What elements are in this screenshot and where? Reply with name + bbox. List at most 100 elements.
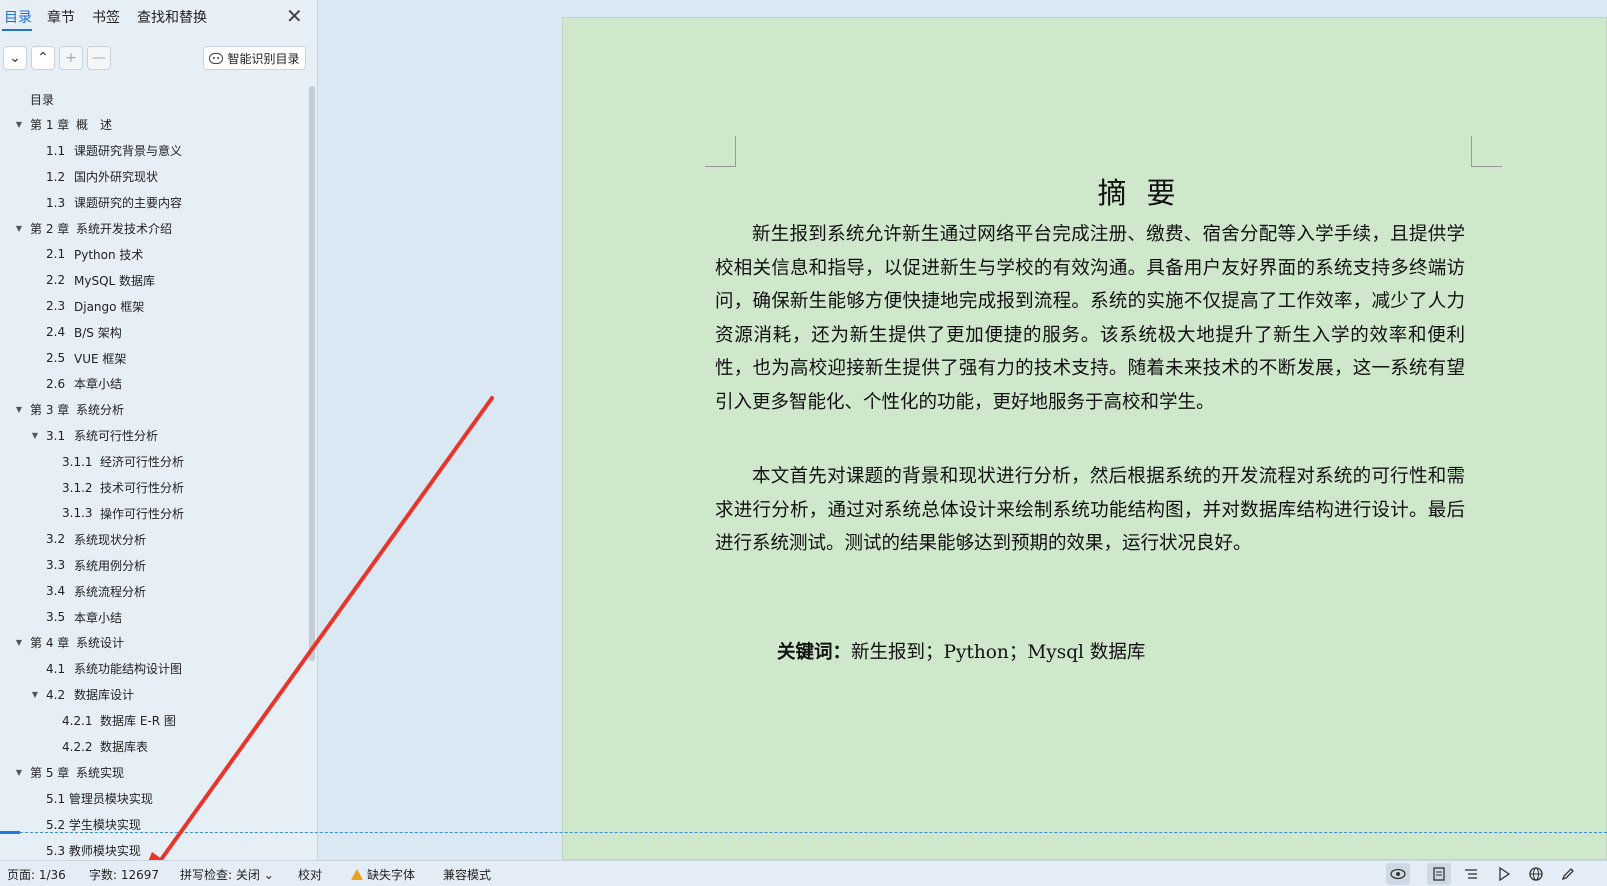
toc-item-label: 系统流程分析	[74, 584, 147, 599]
toc-item[interactable]: 3.1.2 技术可行性分析	[0, 475, 306, 501]
toc-item-number: 2.3	[46, 299, 66, 314]
toc-item-label: 系统可行性分析	[74, 429, 159, 444]
toc-item-label: MySQL 数据库	[74, 273, 156, 288]
toc-item[interactable]: 3.5 本章小结	[0, 604, 306, 630]
document-page: 摘要 新生报到系统允许新生通过网络平台完成注册、缴费、宿舍分配等入学手续，且提供…	[562, 17, 1607, 860]
toc-item[interactable]: 1.3 课题研究的主要内容	[0, 190, 306, 216]
toc-item-number: 3.5	[46, 610, 66, 624]
toc-item-label: 本章小结	[74, 377, 123, 392]
toc-item-label: 国内外研究现状	[74, 170, 159, 185]
status-bar: 页面: 1/36 字数: 12697 拼写检查: 关闭 ⌄ 校对 缺失字体 兼容…	[0, 860, 1607, 886]
abstract-paragraph-1[interactable]: 新生报到系统允许新生通过网络平台完成注册、缴费、宿舍分配等入学手续，且提供学校相…	[715, 218, 1465, 419]
toc-item[interactable]: 2.2 MySQL 数据库	[0, 267, 306, 293]
spell-check-toggle[interactable]: 拼写检查: 关闭 ⌄	[180, 866, 274, 883]
toc-item-number: 3.2	[46, 532, 66, 547]
toc-item[interactable]: 5.2 学生模块实现	[0, 811, 306, 837]
close-icon[interactable]: ✕	[286, 4, 303, 28]
keywords-label: 关键词：	[777, 642, 852, 663]
expand-arrow-icon[interactable]: ▼	[30, 431, 40, 440]
word-count[interactable]: 字数: 12697	[89, 866, 159, 883]
pen-icon[interactable]	[1556, 863, 1580, 885]
missing-font-button[interactable]: 缺失字体	[351, 866, 415, 883]
toc-item[interactable]: ▼ 第 1 章概 述	[0, 112, 306, 138]
toc-item[interactable]: 4.1 系统功能结构设计图	[0, 656, 306, 682]
toc-item[interactable]: 2.1 Python 技术	[0, 241, 306, 267]
toc-item-label: 经济可行性分析	[100, 455, 185, 470]
smart-recognize-label: 智能识别目录	[227, 51, 300, 66]
abstract-title[interactable]: 摘要	[563, 170, 1607, 212]
expand-arrow-icon[interactable]: ▼	[14, 224, 24, 233]
toc-item-number: 1.2	[46, 169, 66, 184]
toc-item-label: 系统设计	[76, 636, 125, 651]
toc-item-number: 2.5	[46, 351, 66, 365]
page-view-icon[interactable]	[1427, 863, 1451, 885]
toc-item-number: 第 4 章	[30, 636, 70, 651]
toc-item-label: 数据库 E-R 图	[100, 714, 176, 729]
toc-item[interactable]: ▼ 第 3 章系统分析	[0, 397, 306, 423]
toc-item[interactable]: ▼ 第 5 章系统实现	[0, 759, 306, 785]
collapse-all-button[interactable]: ⌃	[31, 46, 55, 70]
expand-arrow-icon[interactable]: ▼	[30, 690, 40, 699]
remove-toc-item-button[interactable]: —	[87, 46, 111, 70]
globe-icon[interactable]	[1524, 863, 1548, 885]
add-toc-item-button[interactable]: +	[59, 46, 83, 70]
toc-item-label: Django 框架	[74, 299, 145, 314]
tab-find-replace[interactable]: 查找和替换	[137, 7, 207, 27]
nav-tabs: 目录 章节 书签 查找和替换 ✕	[0, 0, 318, 34]
chevron-up-icon: ⌃	[37, 50, 49, 66]
toc-item-number: 3.4	[46, 584, 66, 599]
expand-arrow-icon[interactable]: ▼	[14, 405, 24, 414]
toc-item[interactable]: 3.4 系统流程分析	[0, 578, 306, 604]
toc-item-number: 第 3 章	[30, 403, 70, 418]
toc-item[interactable]: 2.4 B/S 架构	[0, 319, 306, 345]
toc-item[interactable]: 1.2 国内外研究现状	[0, 164, 306, 190]
eye-icon[interactable]	[1386, 863, 1410, 885]
outline-view-icon[interactable]	[1459, 863, 1483, 885]
toc-item[interactable]: ▼ 4.2 数据库设计	[0, 682, 306, 708]
smart-recognize-toc-button[interactable]: 智能识别目录	[203, 46, 306, 70]
toc-item[interactable]: 目录	[0, 86, 306, 112]
tab-toc[interactable]: 目录	[4, 7, 32, 27]
toc-item[interactable]: 3.1.3 操作可行性分析	[0, 500, 306, 526]
toc-item-number: 第 2 章	[30, 222, 70, 236]
toc-item[interactable]: ▼ 3.1 系统可行性分析	[0, 423, 306, 449]
proofread-button[interactable]: 校对	[298, 866, 322, 883]
keywords-line[interactable]: 关键词：新生报到；Python；Mysql 数据库	[777, 638, 1145, 664]
expand-arrow-icon[interactable]: ▼	[14, 638, 24, 647]
expand-arrow-icon[interactable]: ▼	[14, 768, 24, 777]
toc-item[interactable]: 2.5 VUE 框架	[0, 345, 306, 371]
toc-item-label: 课题研究背景与意义	[74, 144, 183, 159]
play-icon[interactable]	[1492, 863, 1516, 885]
toc-item[interactable]: 4.2.2 数据库表	[0, 734, 306, 760]
toc-item-label: 系统实现	[76, 765, 125, 780]
toc-item[interactable]: 3.1.1 经济可行性分析	[0, 449, 306, 475]
tab-chapters[interactable]: 章节	[47, 7, 75, 27]
toc-item-number: 3.1	[46, 428, 66, 443]
expand-arrow-icon[interactable]: ▼	[14, 120, 24, 129]
toc-item[interactable]: 5.1 管理员模块实现	[0, 785, 306, 811]
toc-item[interactable]: 4.2.1 数据库 E-R 图	[0, 708, 306, 734]
toc-item-label: 操作可行性分析	[100, 506, 185, 521]
toc-item[interactable]: 3.3 系统用例分析	[0, 552, 306, 578]
toc-item-label: 本章小结	[74, 610, 123, 625]
keywords-value: 新生报到；Python；Mysql 数据库	[851, 642, 1146, 663]
toc-item-number: 4.2.2	[62, 739, 93, 754]
toc-item-number: 1.1	[46, 143, 66, 158]
toc-item[interactable]: ▼ 第 2 章系统开发技术介绍	[0, 216, 306, 242]
page-indicator[interactable]: 页面: 1/36	[7, 866, 66, 883]
toc-item-number: 第 1 章	[30, 118, 70, 133]
toc-item[interactable]: 2.3 Django 框架	[0, 293, 306, 319]
toc-item-label: 系统功能结构设计图	[74, 662, 183, 677]
toc-item-label: 系统现状分析	[74, 532, 147, 547]
toc-item[interactable]: ▼ 第 4 章系统设计	[0, 630, 306, 656]
missing-font-label: 缺失字体	[367, 868, 416, 882]
toc-item[interactable]: 2.6 本章小结	[0, 371, 306, 397]
toc-item-number: 4.1	[46, 661, 66, 676]
tab-bookmarks[interactable]: 书签	[92, 7, 120, 27]
toc-scrollbar[interactable]	[309, 86, 315, 661]
toc-item[interactable]: 3.2 系统现状分析	[0, 526, 306, 552]
toc-item[interactable]: 1.1 课题研究背景与意义	[0, 138, 306, 164]
toc-item-label: 概 述	[76, 118, 113, 133]
abstract-paragraph-2[interactable]: 本文首先对课题的背景和现状进行分析，然后根据系统的开发流程对系统的可行性和需求进…	[715, 460, 1465, 561]
expand-all-button[interactable]: ⌄	[3, 46, 27, 70]
